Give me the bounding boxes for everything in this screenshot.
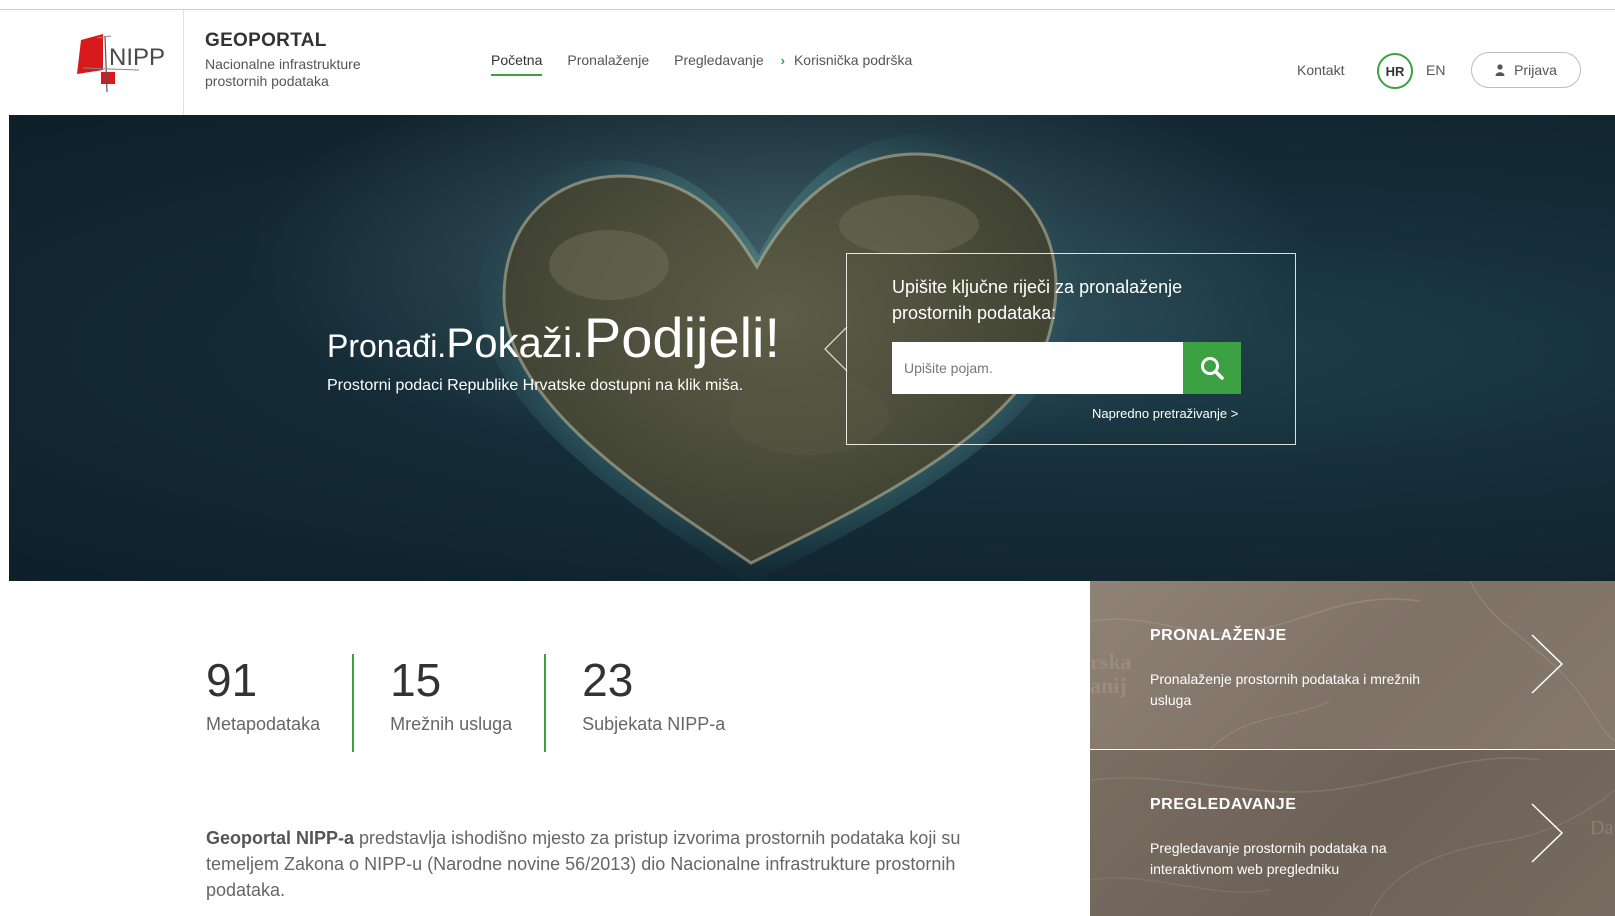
tile-description: Pregledavanje prostornih podataka na int… — [1150, 840, 1387, 877]
chevron-right-icon: › — [780, 52, 785, 68]
stat-label: Metapodataka — [206, 714, 321, 734]
brand[interactable]: GEOPORTAL Nacionalne infrastrukture pros… — [205, 30, 395, 90]
brand-title: GEOPORTAL — [205, 30, 327, 51]
nav-item-pronalazenje[interactable]: Pronalaženje — [567, 52, 649, 76]
stat-mreznih-usluga: 15 Mrežnih usluga — [390, 654, 544, 750]
login-button[interactable]: Prijava — [1471, 52, 1581, 88]
tile-title: PREGLEDAVANJE — [1150, 796, 1297, 813]
stats-row: 91 Metapodataka 15 Mrežnih usluga 23 Sub… — [206, 654, 757, 752]
svg-text:anij: anij — [1090, 673, 1127, 698]
kontakt-link[interactable]: Kontakt — [1297, 62, 1344, 78]
brand-subtitle: Nacionalne infrastrukture prostornih pod… — [205, 56, 361, 89]
hero-banner: Pronađi.Pokaži.Podijeli! Prostorni podac… — [9, 115, 1615, 581]
svg-text:rska: rska — [1090, 649, 1132, 674]
header-divider — [183, 10, 184, 115]
intro-bold: Geoportal NIPP-a — [206, 828, 355, 848]
stat-value: 23 — [582, 654, 634, 706]
lang-hr-button[interactable]: HR — [1377, 53, 1413, 89]
main-nav: Početna Pronalaženje Pregledavanje › Kor… — [491, 52, 937, 76]
logo-text: NIPP — [109, 44, 166, 71]
intro-paragraph: Geoportal NIPP-a predstavlja ishodišno m… — [206, 825, 1016, 903]
stat-divider — [352, 654, 355, 752]
svg-text:Da: Da — [1590, 817, 1613, 839]
chevron-right-icon — [1531, 634, 1564, 694]
site-header: NIPP GEOPORTAL Nacionalne infrastrukture… — [9, 10, 1615, 115]
heart-island-image — [479, 134, 1078, 581]
user-icon — [1495, 64, 1505, 76]
tile-title: PRONALAŽENJE — [1150, 627, 1287, 644]
hero-subtitle: Prostorni podaci Republike Hrvatske dost… — [327, 377, 744, 394]
search-label: Upišite ključne riječi za pronalaženje p… — [892, 277, 1183, 323]
stat-label: Mrežnih usluga — [390, 714, 513, 734]
stat-value: 15 — [390, 654, 442, 706]
search-panel: Upišite ključne riječi za pronalaženje p… — [846, 253, 1296, 445]
search-button[interactable] — [1183, 342, 1241, 394]
nipp-logo[interactable]: NIPP — [77, 34, 177, 104]
advanced-search-link[interactable]: Napredno pretraživanje > — [1092, 406, 1238, 421]
search-input[interactable] — [892, 342, 1183, 394]
tile-pregledavanje[interactable]: Da PREGLEDAVANJE Pregledavanje prostorni… — [1090, 750, 1615, 916]
stat-subjekata: 23 Subjekata NIPP-a — [582, 654, 757, 750]
chevron-right-icon — [1531, 803, 1564, 863]
nav-item-pregledavanje[interactable]: Pregledavanje — [674, 52, 764, 76]
tagline-podijeli: Podijeli! — [583, 306, 781, 369]
lang-en-button[interactable]: EN — [1426, 62, 1445, 78]
tile-description: Pronalaženje prostornih podataka i mrežn… — [1150, 671, 1421, 708]
tile-pronalazenje[interactable]: rska anij PRONALAŽENJE Pronalaženje pros… — [1090, 581, 1615, 749]
top-border — [0, 0, 1615, 10]
stat-divider — [544, 654, 547, 752]
nav-item-korisnicka-podrska[interactable]: Korisnička podrška — [794, 52, 912, 76]
stat-value: 91 — [206, 654, 258, 706]
nav-item-pocetna[interactable]: Početna — [491, 52, 543, 76]
stat-label: Subjekata NIPP-a — [582, 714, 726, 734]
search-icon — [1201, 357, 1224, 380]
login-label: Prijava — [1514, 62, 1557, 78]
tagline-pronadi: Pronađi. — [327, 328, 447, 364]
stat-metapodataka: 91 Metapodataka — [206, 654, 352, 750]
hero-tagline: Pronađi.Pokaži.Podijeli! — [327, 305, 780, 370]
tagline-pokazi: Pokaži. — [446, 319, 584, 366]
